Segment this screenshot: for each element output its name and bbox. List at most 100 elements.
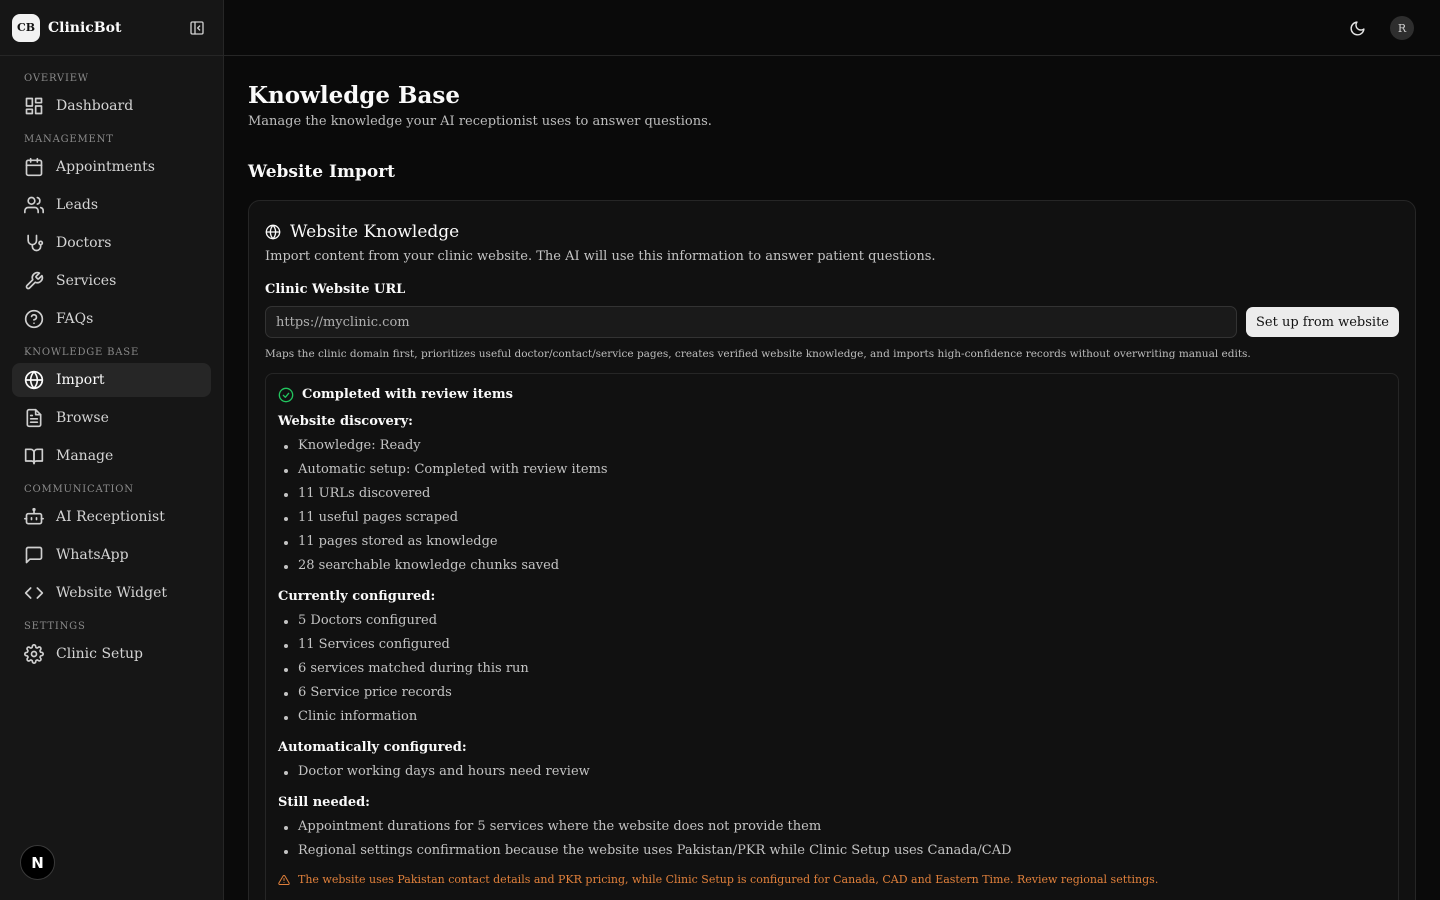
globe-icon (24, 370, 44, 390)
help-circle-icon (24, 309, 44, 329)
sidebar-item-services[interactable]: Services (12, 264, 211, 298)
sidebar-item-label: Manage (56, 448, 114, 464)
sidebar-nav: OVERVIEW Dashboard MANAGEMENT Appointments L… (0, 56, 223, 671)
message-square-icon (25, 546, 43, 564)
list-item: 28 searchable knowledge chunks saved (278, 554, 1386, 578)
status-groups: Website discovery: Knowledge: Ready Automa… (278, 413, 1386, 863)
users-icon (24, 196, 44, 214)
nav-section-communication: COMMUNICATION AI Receptionist WhatsApp Webs… (12, 483, 211, 610)
file-text-icon (26, 408, 42, 428)
sidebar-item-appointments[interactable]: Appointments (12, 150, 211, 184)
sidebar-item-dashboard[interactable]: Dashboard (12, 89, 211, 123)
sidebar-item-website-widget[interactable]: Website Widget (12, 576, 211, 610)
list-item: Doctor working days and hours need revie… (278, 760, 1386, 784)
stethoscope-icon (27, 234, 44, 252)
status-group-list: Appointment durations for 5 services whe… (278, 815, 1386, 863)
sidebar-item-leads[interactable]: Leads (12, 188, 211, 222)
status-group-title: Still needed: (278, 795, 370, 810)
list-item: Appointment durations for 5 services whe… (278, 815, 1386, 839)
list-item: Regional settings confirmation because t… (278, 839, 1386, 863)
sidebar-item-whatsapp[interactable]: WhatsApp (12, 538, 211, 572)
check-circle-icon (278, 387, 294, 403)
page-subtitle: Manage the knowledge your AI receptionis… (248, 114, 712, 129)
nav-section-label: COMMUNICATION (24, 484, 134, 495)
sidebar-item-ai-receptionist[interactable]: AI Receptionist (12, 500, 211, 534)
nav-section-label: OVERVIEW (24, 73, 89, 84)
list-item: 6 services matched during this run (278, 657, 1386, 681)
bot-icon (24, 507, 44, 525)
main-area: R Knowledge Base Manage the knowledge yo… (224, 0, 1440, 900)
status-group-list: Knowledge: Ready Automatic setup: Complet… (278, 434, 1386, 578)
sidebar-item-label: AI Receptionist (56, 509, 165, 525)
sidebar-item-clinic-setup[interactable]: Clinic Setup (12, 637, 211, 671)
sidebar-item-label: Dashboard (56, 98, 134, 114)
website-url-input[interactable] (265, 306, 1238, 338)
status-group-title: Automatically configured: (278, 740, 467, 755)
status-group-title: Website discovery: (278, 414, 413, 429)
book-icon (24, 448, 44, 465)
sidebar-item-label: Browse (56, 410, 109, 426)
list-item: 11 useful pages scraped (278, 506, 1386, 530)
nav-section-settings: SETTINGS Clinic Setup (12, 620, 211, 671)
card-description: Import content from your clinic website.… (265, 249, 936, 264)
setup-from-website-button[interactable]: Set up from website (1246, 307, 1399, 337)
list-item: Automatic setup: Completed with review i… (278, 458, 1386, 482)
app-root: CB ClinicBot OVERVIEW Dashboard MANAGEMENT… (0, 0, 1440, 900)
nav-section-label: MANAGEMENT (24, 134, 114, 145)
section-title: Website Import (248, 162, 395, 182)
sidebar-item-browse[interactable]: Browse (12, 401, 211, 435)
status-group-list: Doctor working days and hours need revie… (278, 760, 1386, 784)
grid-icon (25, 97, 43, 115)
card-header: Website Knowledge (265, 221, 1399, 243)
list-item: 11 URLs discovered (278, 482, 1386, 506)
status-group-list: 5 Doctors configured 11 Services configur… (278, 609, 1386, 729)
sidebar-item-label: Clinic Setup (56, 646, 143, 662)
gear-icon (24, 644, 44, 664)
sidebar-item-label: FAQs (56, 311, 94, 327)
nav-section-knowledge-base: KNOWLEDGE BASE Import Browse Manage (12, 346, 211, 473)
list-item: 5 Doctors configured (278, 609, 1386, 633)
code-icon (24, 587, 44, 599)
page-content: Knowledge Base Manage the knowledge your… (224, 56, 1440, 900)
nav-section-label: SETTINGS (24, 621, 86, 632)
globe-icon (265, 224, 281, 240)
list-item: 6 Service price records (278, 681, 1386, 705)
url-row: Set up from website (265, 306, 1399, 338)
wrench-icon (25, 271, 44, 290)
sidebar-item-label: Appointments (56, 159, 155, 175)
brand-name: ClinicBot (48, 19, 122, 36)
list-item: Knowledge: Ready (278, 434, 1386, 458)
status-group-title: Currently configured: (278, 589, 436, 604)
sidebar-toggle-button[interactable] (187, 18, 207, 38)
url-field-label: Clinic Website URL (265, 282, 406, 297)
list-item: 11 pages stored as knowledge (278, 530, 1386, 554)
nav-section-management: MANAGEMENT Appointments Leads Doctors Servic… (12, 133, 211, 336)
sidebar-item-label: Import (56, 372, 105, 388)
dev-tools-badge[interactable]: N (20, 845, 55, 880)
import-status-panel: Completed with review items Website disc… (265, 373, 1399, 900)
list-item: Clinic information (278, 705, 1386, 729)
nav-section-overview: OVERVIEW Dashboard (12, 72, 211, 123)
card-title: Website Knowledge (290, 222, 460, 242)
sidebar-item-faqs[interactable]: FAQs (12, 302, 211, 336)
sidebar-item-label: Website Widget (56, 585, 167, 601)
regional-warning: The website uses Pakistan contact detail… (278, 873, 1386, 887)
sidebar: CB ClinicBot OVERVIEW Dashboard MANAGEMENT… (0, 0, 224, 900)
alert-triangle-icon (278, 874, 290, 885)
user-avatar[interactable]: R (1390, 16, 1414, 40)
sidebar-item-label: WhatsApp (56, 547, 129, 563)
theme-toggle-button[interactable] (1346, 17, 1368, 39)
status-title: Completed with review items (302, 387, 513, 402)
list-item: 11 Services configured (278, 633, 1386, 657)
moon-icon (1350, 20, 1365, 35)
warning-text: The website uses Pakistan contact detail… (298, 873, 1159, 886)
sidebar-item-doctors[interactable]: Doctors (12, 226, 211, 260)
url-help-text: Maps the clinic domain first, prioritize… (265, 348, 1251, 360)
sidebar-item-manage[interactable]: Manage (12, 439, 211, 473)
nav-section-label: KNOWLEDGE BASE (24, 347, 140, 358)
sidebar-item-label: Services (56, 273, 117, 289)
sidebar-item-label: Doctors (56, 235, 112, 251)
sidebar-item-import[interactable]: Import (12, 363, 211, 397)
calendar-icon (25, 157, 43, 177)
website-knowledge-card: Website Knowledge Import content from yo… (248, 200, 1416, 900)
